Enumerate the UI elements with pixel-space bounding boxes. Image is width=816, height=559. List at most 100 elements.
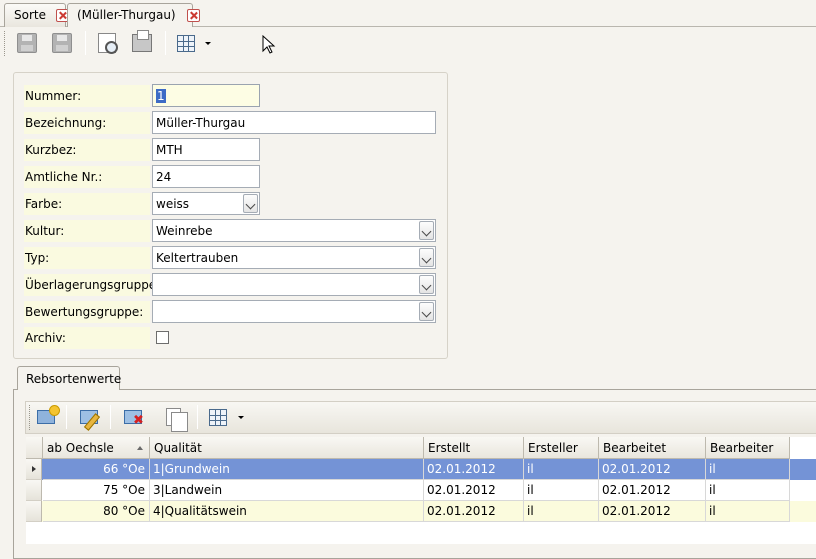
sort-ascending-icon (137, 446, 143, 450)
typ-select[interactable]: Keltertrauben (152, 246, 436, 269)
cell-oechsle[interactable]: 75 °Oe (43, 480, 150, 501)
print-preview-icon (98, 33, 118, 54)
label-bewertungsgruppe: Bewertungsgruppe: (24, 301, 150, 323)
grid-corner (26, 437, 43, 459)
column-header-ab-oechsle[interactable]: ab Oechsle (43, 437, 150, 459)
delete-icon (124, 410, 144, 427)
cell-bearbeitet[interactable]: 02.01.2012 (599, 501, 706, 522)
tab-sorte-label: Sorte (14, 8, 46, 22)
cell-qualitaet[interactable]: 1|Grundwein (150, 459, 424, 480)
column-header-label: ab Oechsle (47, 441, 114, 455)
kultur-value: Weinrebe (156, 224, 213, 238)
cell-ersteller[interactable]: il (524, 501, 599, 522)
cell-bearbeiter[interactable]: il (706, 459, 790, 480)
tab-mueller-thurgau[interactable]: (Müller-Thurgau) (67, 3, 201, 28)
mouse-cursor-icon (262, 35, 276, 54)
bezeichnung-field[interactable]: Müller-Thurgau (152, 111, 436, 134)
farbe-value: weiss (156, 197, 190, 211)
chevron-down-icon[interactable] (419, 221, 434, 240)
column-header-bearbeitet[interactable]: Bearbeitet (599, 437, 706, 459)
column-header-ersteller[interactable]: Ersteller (524, 437, 599, 459)
edit-record-button[interactable] (75, 404, 103, 430)
table-row[interactable]: 75 °Oe 3|Landwein 02.01.2012 il 02.01.20… (26, 480, 816, 501)
copy-record-button[interactable] (159, 404, 188, 432)
cell-erstellt[interactable]: 02.01.2012 (424, 459, 524, 480)
toolbar-grip[interactable] (4, 31, 7, 56)
toolbar-separator (110, 405, 111, 429)
grid-layout-button[interactable] (172, 30, 200, 56)
main-toolbar (0, 27, 816, 60)
ueberlagerungsgruppe-select[interactable] (152, 273, 436, 296)
document-tab-strip: Sorte (Müller-Thurgau) (0, 0, 816, 28)
save-close-button[interactable] (13, 30, 41, 56)
row-indicator[interactable] (26, 501, 42, 522)
table-row[interactable]: 80 °Oe 4|Qualitätswein 02.01.2012 il 02.… (26, 501, 816, 522)
row-indicator[interactable] (26, 459, 42, 480)
column-header-erstellt[interactable]: Erstellt (424, 437, 524, 459)
row-pointer-icon (32, 466, 36, 472)
farbe-select[interactable]: weiss (152, 192, 260, 215)
cell-qualitaet[interactable]: 4|Qualitätswein (150, 501, 424, 522)
cell-bearbeitet[interactable]: 02.01.2012 (599, 459, 706, 480)
delete-record-button[interactable] (119, 404, 147, 430)
chevron-down-icon[interactable] (419, 302, 434, 321)
tab-rebsortenwerte[interactable]: Rebsortenwerte (17, 366, 121, 390)
chevron-down-icon[interactable] (238, 416, 244, 419)
add-record-button[interactable] (32, 404, 60, 430)
save-icon (52, 33, 72, 53)
label-bezeichnung: Bezeichnung: (24, 112, 150, 134)
cell-erstellt[interactable]: 02.01.2012 (424, 480, 524, 501)
chevron-down-icon[interactable] (243, 194, 258, 213)
label-archiv: Archiv: (24, 327, 150, 349)
toolbar-separator (197, 405, 198, 429)
label-kurzbez: Kurzbez: (24, 139, 150, 161)
tab-mueller-thurgau-label: (Müller-Thurgau) (77, 8, 176, 22)
chevron-down-icon[interactable] (419, 275, 434, 294)
tab-sorte[interactable]: Sorte (4, 3, 69, 27)
label-nummer: Nummer: (24, 85, 150, 107)
table-row[interactable]: 66 °Oe 1|Grundwein 02.01.2012 il 02.01.2… (26, 459, 816, 480)
label-farbe: Farbe: (24, 193, 150, 215)
toolbar-separator (85, 31, 86, 55)
cell-ersteller[interactable]: il (524, 480, 599, 501)
cell-oechsle[interactable]: 80 °Oe (43, 501, 150, 522)
grid-toolbar (25, 401, 816, 434)
print-preview-button[interactable] (93, 30, 121, 56)
add-icon (37, 405, 60, 424)
cell-ersteller[interactable]: il (524, 459, 599, 480)
grid-layout-icon (177, 34, 195, 52)
chevron-down-icon[interactable] (205, 42, 211, 45)
print-icon (132, 30, 152, 52)
column-header-bearbeiter[interactable]: Bearbeiter (706, 437, 790, 459)
grid-layout-button[interactable] (204, 404, 232, 430)
toolbar-separator (165, 31, 166, 55)
kurzbez-field[interactable]: MTH (152, 138, 260, 161)
chevron-down-icon[interactable] (419, 248, 434, 267)
cell-bearbeiter[interactable]: il (706, 480, 790, 501)
archiv-checkbox[interactable] (156, 331, 169, 344)
cell-oechsle[interactable]: 66 °Oe (43, 459, 150, 480)
typ-value: Keltertrauben (156, 251, 239, 265)
amtliche-nr-field[interactable]: 24 (152, 165, 260, 188)
label-ueberlagerungsgruppe: Überlagerungsgruppe: (24, 274, 160, 296)
cell-bearbeiter[interactable]: il (706, 501, 790, 522)
cell-erstellt[interactable]: 02.01.2012 (424, 501, 524, 522)
bewertungsgruppe-select[interactable] (152, 300, 436, 323)
label-kultur: Kultur: (24, 220, 150, 242)
row-indicator[interactable] (26, 480, 42, 501)
grid-layout-icon (209, 408, 227, 426)
label-amtliche-nr: Amtliche Nr.: (24, 166, 150, 188)
rebsortenwerte-grid: ab Oechsle Qualität Erstellt Ersteller B… (26, 437, 816, 544)
close-icon[interactable] (187, 9, 201, 22)
label-typ: Typ: (24, 247, 150, 269)
column-header-qualitaet[interactable]: Qualität (150, 437, 424, 459)
nummer-field[interactable]: 1 (152, 84, 260, 107)
toolbar-separator (66, 405, 67, 429)
save-button[interactable] (48, 30, 76, 56)
kultur-select[interactable]: Weinrebe (152, 219, 436, 242)
cell-qualitaet[interactable]: 3|Landwein (150, 480, 424, 501)
cell-bearbeitet[interactable]: 02.01.2012 (599, 480, 706, 501)
edit-icon (80, 410, 98, 424)
print-button[interactable] (128, 30, 156, 56)
save-close-icon (17, 33, 37, 53)
